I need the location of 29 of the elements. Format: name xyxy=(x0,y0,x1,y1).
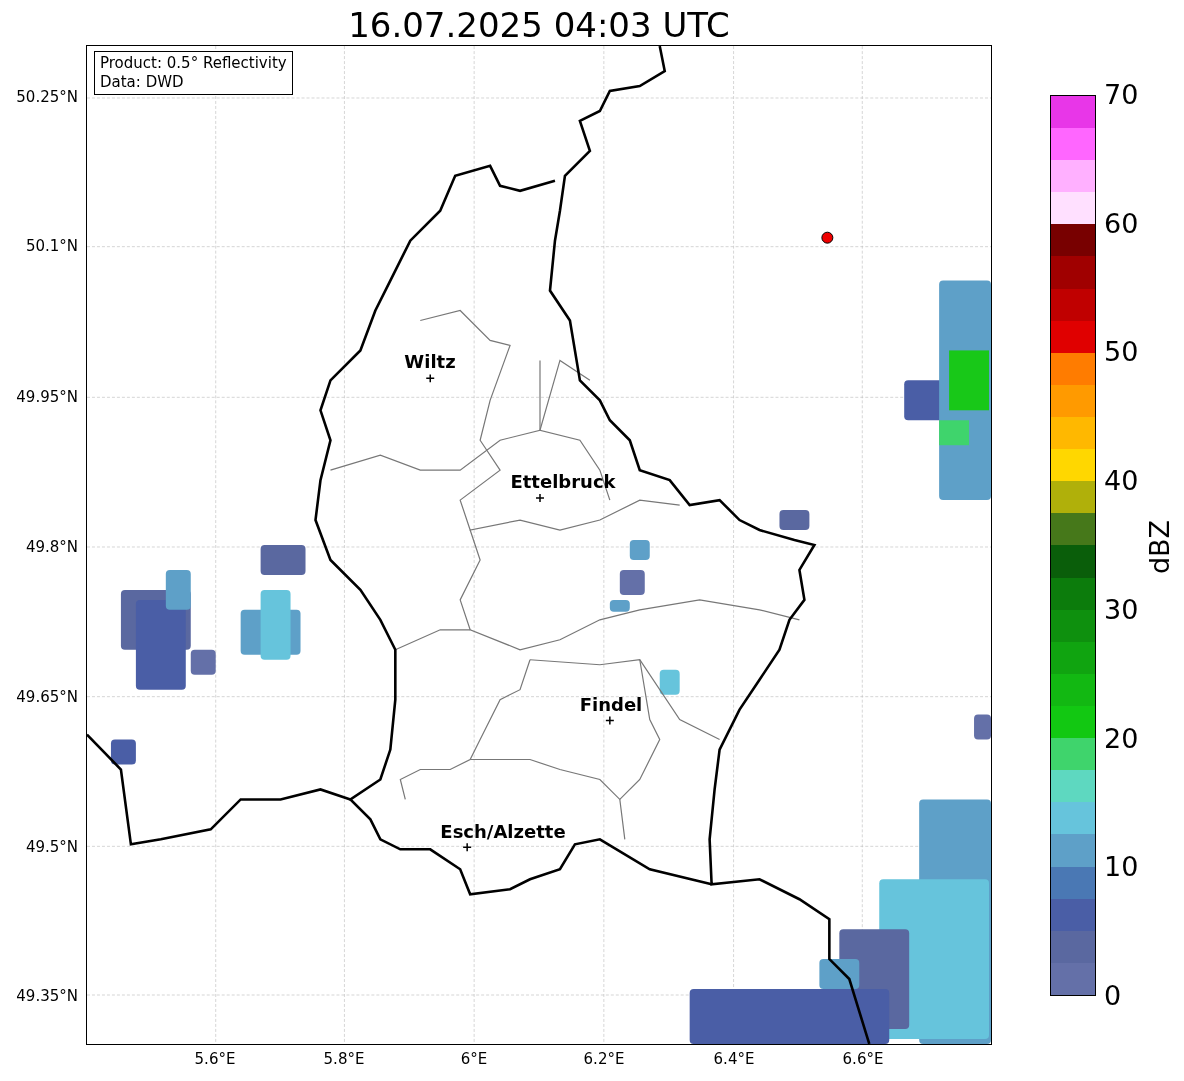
chart-title: 16.07.2025 04:03 UTC xyxy=(347,4,731,47)
latitude-tick-label: 49.95°N xyxy=(16,388,78,406)
colorbar-tick-label: 10 xyxy=(1104,852,1139,883)
legend-text: Product: 0.5° Reflectivity xyxy=(100,54,287,73)
latitude-tick-label: 50.25°N xyxy=(16,88,78,106)
city-label: Findel xyxy=(579,695,643,715)
colorbar-tick-label: 50 xyxy=(1104,337,1139,368)
latitude-tick-label: 49.8°N xyxy=(25,538,78,556)
city-label: Esch/Alzette xyxy=(440,822,566,842)
colorbar-tick-label: 40 xyxy=(1104,466,1139,497)
latitude-tick-label: 50.1°N xyxy=(25,237,78,255)
longitude-tick-label: 6.2°E xyxy=(583,1050,625,1068)
colorbar-tick-label: 30 xyxy=(1104,594,1139,625)
city-label: Ettelbruck xyxy=(510,472,616,492)
longitude-tick-label: 6.4°E xyxy=(713,1050,755,1068)
colorbar-tick-label: 70 xyxy=(1104,80,1139,110)
latitude-tick-label: 49.5°N xyxy=(25,838,78,856)
latitude-tick-label: 49.65°N xyxy=(16,688,78,706)
latitude-tick-label: 49.35°N xyxy=(16,987,78,1005)
legend-text: Data: DWD xyxy=(100,73,185,92)
longitude-tick-label: 6.6°E xyxy=(842,1050,884,1068)
longitude-tick-label: 5.8°E xyxy=(323,1050,365,1068)
longitude-tick-label: 6°E xyxy=(460,1050,488,1068)
city-label: Wiltz xyxy=(404,352,456,372)
colorbar-label: dBZ xyxy=(1143,518,1176,577)
colorbar-tick-label: 20 xyxy=(1104,723,1139,754)
colorbar-tick-label: 60 xyxy=(1104,208,1139,239)
colorbar-tick-label: 0 xyxy=(1104,981,1122,1011)
longitude-tick-label: 5.6°E xyxy=(194,1050,236,1068)
